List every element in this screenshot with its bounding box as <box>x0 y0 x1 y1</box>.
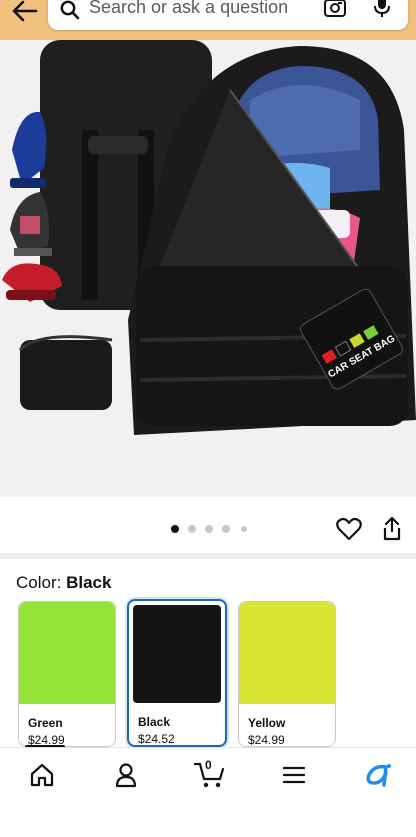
bottom-navigation: 0 <box>0 747 416 837</box>
swatch-name: Black <box>138 715 171 729</box>
swatch-price: $24.52 <box>138 732 175 746</box>
nav-menu[interactable] <box>276 760 312 790</box>
carousel-dot-2[interactable] <box>188 525 196 533</box>
search-placeholder[interactable]: Search or ask a question <box>89 0 288 18</box>
color-label-prefix: Color: <box>16 573 67 592</box>
search-icon <box>60 0 80 20</box>
carousel-dot-5[interactable] <box>241 526 247 532</box>
nav-cart[interactable]: 0 <box>192 758 228 790</box>
swatch-yellow[interactable]: Yellow $24.99 <box>238 601 336 747</box>
nav-rufus[interactable] <box>360 760 396 790</box>
rufus-assistant-icon <box>366 764 391 787</box>
swatch-color <box>133 605 221 703</box>
back-arrow-icon <box>12 0 38 22</box>
swatch-name: Yellow <box>248 716 286 730</box>
carousel-dot-1[interactable] <box>171 525 179 533</box>
share-icon[interactable] <box>381 517 403 541</box>
nav-account[interactable] <box>108 760 144 790</box>
back-button[interactable] <box>8 0 42 26</box>
carousel-dot-3[interactable] <box>205 525 213 533</box>
person-icon <box>115 763 137 788</box>
carousel-dot-4[interactable] <box>222 525 230 533</box>
microphone-icon[interactable] <box>372 0 392 18</box>
selected-color-value: Black <box>66 573 112 592</box>
color-label: Color: Black <box>16 573 111 593</box>
swatch-color <box>19 602 115 704</box>
camera-icon[interactable] <box>323 0 347 18</box>
swatch-name: Green <box>28 716 63 730</box>
section-divider <box>0 553 416 559</box>
swatch-color <box>239 602 335 704</box>
nav-home[interactable] <box>24 760 60 790</box>
cart-count: 0 <box>205 758 212 772</box>
menu-icon <box>282 766 306 784</box>
swatch-price: $24.99 <box>248 733 285 747</box>
product-photo: CAR SEAT BAG <box>2 40 416 435</box>
top-bar: Search or ask a question <box>0 0 416 40</box>
heart-icon[interactable] <box>336 517 362 541</box>
search-bar[interactable]: Search or ask a question <box>48 0 408 30</box>
swatch-black[interactable]: Black $24.52 <box>127 599 227 747</box>
swatch-green[interactable]: Green $24.99 <box>18 601 116 747</box>
home-icon <box>30 763 54 787</box>
product-image[interactable]: CAR SEAT BAG <box>0 40 416 497</box>
